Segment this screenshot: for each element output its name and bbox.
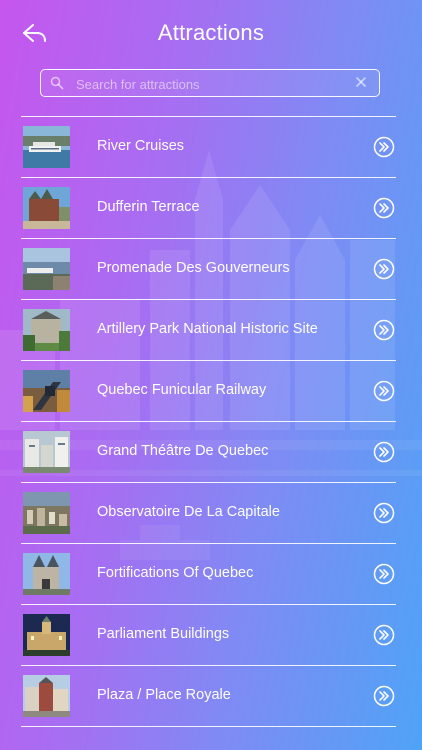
place-royale-thumbnail	[23, 675, 70, 717]
funicular-thumbnail	[23, 370, 70, 412]
attraction-name: River Cruises	[97, 138, 185, 154]
double-chevron-right-icon[interactable]	[373, 258, 395, 280]
list-item[interactable]: Dufferin Terrace	[21, 178, 396, 239]
close-icon[interactable]	[354, 75, 368, 89]
artillery-park-thumbnail	[23, 309, 70, 351]
double-chevron-right-icon[interactable]	[373, 502, 395, 524]
list-item[interactable]: Artillery Park National Historic Site	[21, 300, 396, 361]
search-input[interactable]	[74, 72, 348, 96]
promenade-thumbnail	[23, 248, 70, 290]
double-chevron-right-icon[interactable]	[373, 441, 395, 463]
double-chevron-right-icon[interactable]	[373, 197, 395, 219]
chateau-terrace-thumbnail	[23, 187, 70, 229]
page-title: Attractions	[157, 20, 265, 45]
magnifier-icon	[50, 76, 64, 90]
attraction-name: Quebec Funicular Railway	[97, 382, 267, 398]
attraction-name: Observatoire De La Capitale	[97, 504, 280, 520]
list-item[interactable]: Quebec Funicular Railway	[21, 361, 396, 422]
attraction-name: Promenade Des Gouverneurs	[97, 260, 290, 276]
list-item[interactable]: Fortifications Of Quebec	[21, 544, 396, 605]
attraction-name: Plaza / Place Royale	[97, 687, 231, 703]
double-chevron-right-icon[interactable]	[373, 136, 395, 158]
search-bar	[40, 69, 380, 97]
double-chevron-right-icon[interactable]	[373, 624, 395, 646]
attractions-list: River Cruises Dufferin Terrace Promenade…	[21, 116, 396, 727]
river-cruise-thumbnail	[23, 126, 70, 168]
observatory-thumbnail	[23, 492, 70, 534]
double-chevron-right-icon[interactable]	[373, 380, 395, 402]
double-chevron-right-icon[interactable]	[373, 319, 395, 341]
attraction-name: Fortifications Of Quebec	[97, 565, 254, 581]
double-chevron-right-icon[interactable]	[373, 563, 395, 585]
attraction-name: Dufferin Terrace	[97, 199, 200, 215]
double-chevron-right-icon[interactable]	[373, 685, 395, 707]
attraction-name: Artillery Park National Historic Site	[97, 321, 318, 337]
list-item[interactable]: Grand Théâtre De Quebec	[21, 422, 396, 483]
list-item[interactable]: Plaza / Place Royale	[21, 666, 396, 727]
parliament-thumbnail	[23, 614, 70, 656]
fortifications-thumbnail	[23, 553, 70, 595]
list-item[interactable]: River Cruises	[21, 117, 396, 178]
list-item[interactable]: Parliament Buildings	[21, 605, 396, 666]
list-item[interactable]: Promenade Des Gouverneurs	[21, 239, 396, 300]
app-header: Attractions	[0, 0, 422, 66]
attraction-name: Parliament Buildings	[97, 626, 230, 642]
theatre-thumbnail	[23, 431, 70, 473]
attraction-name: Grand Théâtre De Quebec	[97, 443, 269, 459]
list-item[interactable]: Observatoire De La Capitale	[21, 483, 396, 544]
